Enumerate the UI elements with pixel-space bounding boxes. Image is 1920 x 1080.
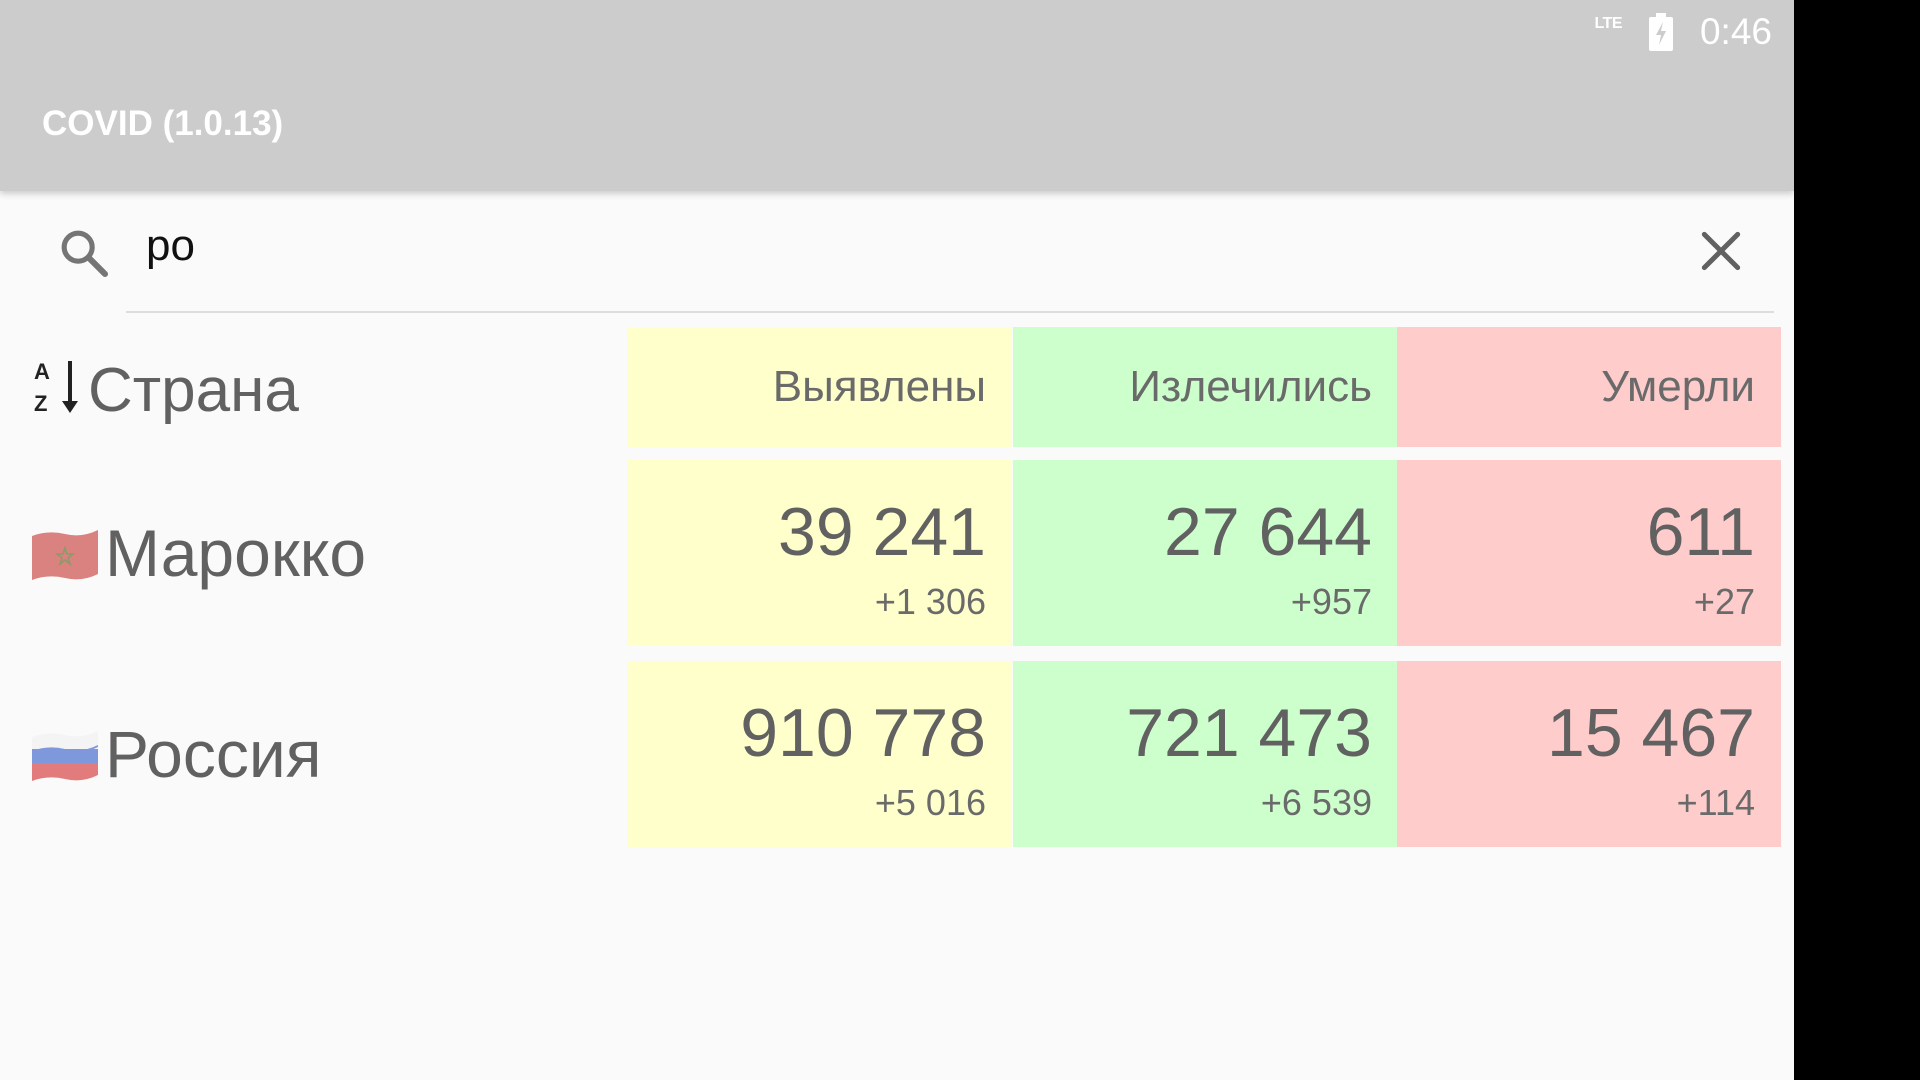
recovered-column-header[interactable]: Излечились bbox=[1013, 327, 1398, 447]
network-type-label: LTE bbox=[1594, 15, 1622, 32]
deaths-delta: +114 bbox=[1676, 782, 1755, 823]
system-nav-bar bbox=[1794, 0, 1920, 1080]
status-clock: 0:46 bbox=[1699, 11, 1772, 52]
country-column-header[interactable]: Страна bbox=[88, 355, 299, 426]
recovered-cell: 721 473 +6 539 bbox=[1013, 661, 1398, 847]
search-icon bbox=[61, 230, 109, 278]
recovered-total: 27 644 bbox=[1164, 494, 1372, 570]
recovered-total: 721 473 bbox=[1126, 695, 1372, 771]
recovered-delta: +957 bbox=[1290, 581, 1372, 622]
confirmed-delta: +1 306 bbox=[874, 581, 986, 622]
svg-text:Z: Z bbox=[34, 391, 47, 416]
deaths-cell: 611 +27 bbox=[1397, 460, 1781, 646]
app-screen: LTE 0:46 COVID (1.0.13) A Z Страна bbox=[0, 0, 1794, 1080]
confirmed-total: 910 778 bbox=[740, 695, 986, 771]
country-name: Марокко bbox=[105, 516, 367, 590]
confirmed-column-header[interactable]: Выявлены bbox=[627, 327, 1012, 447]
confirmed-cell: 39 241 +1 306 bbox=[627, 460, 1012, 646]
app-bar: LTE 0:46 COVID (1.0.13) bbox=[0, 0, 1794, 191]
table-header-row: A Z Страна Выявлены Излечились Умерли bbox=[0, 327, 1794, 447]
svg-text:A: A bbox=[34, 359, 50, 384]
table-row[interactable]: Марокко 39 241 +1 306 27 644 +957 611 +2… bbox=[0, 460, 1794, 646]
search-bar bbox=[0, 191, 1794, 313]
search-underline bbox=[126, 311, 1774, 313]
confirmed-cell: 910 778 +5 016 bbox=[627, 661, 1012, 847]
confirmed-total: 39 241 bbox=[778, 494, 986, 570]
clear-search-icon[interactable] bbox=[1696, 226, 1746, 276]
deaths-column-header[interactable]: Умерли bbox=[1397, 327, 1781, 447]
deaths-delta: +27 bbox=[1693, 581, 1755, 622]
app-title: COVID (1.0.13) bbox=[42, 104, 284, 143]
deaths-total: 611 bbox=[1646, 494, 1755, 570]
status-bar: LTE 0:46 bbox=[1594, 8, 1772, 56]
deaths-cell: 15 467 +114 bbox=[1397, 661, 1781, 847]
table-row[interactable]: Россия 910 778 +5 016 721 473 +6 539 15 … bbox=[0, 661, 1794, 847]
country-name: Россия bbox=[105, 717, 322, 791]
deaths-total: 15 467 bbox=[1547, 695, 1755, 771]
russia-flag-icon bbox=[32, 731, 98, 781]
battery-charging-icon bbox=[1648, 13, 1673, 51]
recovered-delta: +6 539 bbox=[1260, 782, 1372, 823]
search-input[interactable] bbox=[146, 213, 1626, 279]
morocco-flag-icon bbox=[32, 530, 98, 580]
sort-alphabetical-icon[interactable]: A Z bbox=[32, 357, 84, 417]
confirmed-delta: +5 016 bbox=[874, 782, 986, 823]
recovered-cell: 27 644 +957 bbox=[1013, 460, 1398, 646]
